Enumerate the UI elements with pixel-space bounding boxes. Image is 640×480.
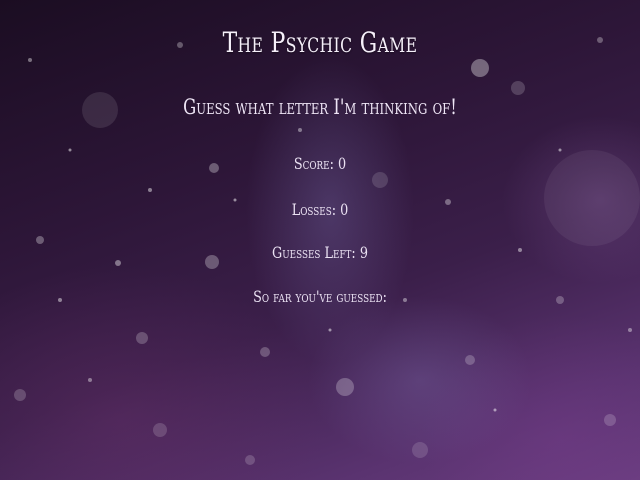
page-title: The Psychic Game bbox=[222, 26, 418, 59]
game-instructions: Guess what letter I'm thinking of! bbox=[183, 95, 457, 119]
guesses-left-label: Guesses Left: bbox=[272, 243, 356, 262]
guessed-letters-label: So far you've guessed: bbox=[253, 287, 387, 306]
score-label: Score: bbox=[293, 154, 334, 173]
losses-label: Losses: bbox=[291, 200, 337, 219]
score-line: Score: 0 bbox=[64, 154, 576, 173]
game-panel: The Psychic Game Guess what letter I'm t… bbox=[0, 0, 640, 480]
guesses-left-line: Guesses Left: 9 bbox=[64, 243, 576, 262]
guessed-letters-line: So far you've guessed: bbox=[64, 287, 576, 306]
guesses-left-value: 9 bbox=[359, 243, 368, 262]
losses-value: 0 bbox=[340, 200, 349, 219]
losses-line: Losses: 0 bbox=[64, 200, 576, 219]
score-value: 0 bbox=[338, 154, 347, 173]
